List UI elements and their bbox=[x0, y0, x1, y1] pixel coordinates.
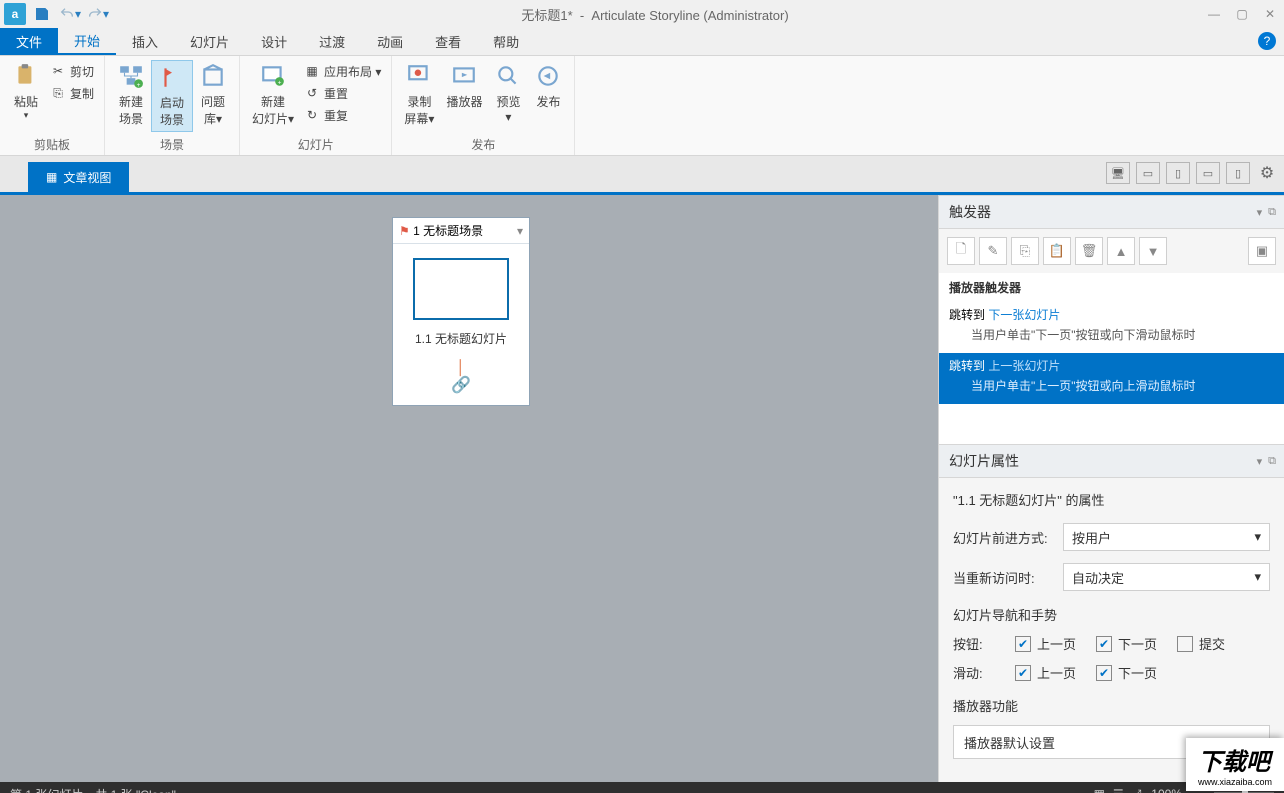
player-features-heading: 播放器功能 bbox=[953, 696, 1270, 715]
trigger-row-next[interactable]: 跳转到 下一张幻灯片 当用户单击"下一页"按钮或向下滑动鼠标时 bbox=[939, 302, 1284, 353]
revisit-label: 当重新访问时: bbox=[953, 568, 1053, 587]
buttons-label: 按钮: bbox=[953, 634, 995, 653]
svg-text:+: + bbox=[278, 80, 282, 87]
group-clipboard: 剪贴板 bbox=[6, 134, 98, 153]
tab-insert[interactable]: 插入 bbox=[116, 28, 174, 55]
swipe-label: 滑动: bbox=[953, 663, 995, 682]
minimize-button[interactable]: ― bbox=[1200, 0, 1228, 28]
start-scene-button[interactable]: 启动 场景 bbox=[151, 60, 193, 132]
tab-help[interactable]: 帮助 bbox=[477, 28, 535, 55]
panel-menu-icon[interactable]: ▾ bbox=[1257, 455, 1263, 468]
slide-thumbnail[interactable] bbox=[413, 258, 509, 320]
tab-design[interactable]: 设计 bbox=[245, 28, 303, 55]
tab-animations[interactable]: 动画 bbox=[361, 28, 419, 55]
undo-icon[interactable]: ▾ bbox=[58, 2, 82, 26]
publish-button[interactable]: 发布 bbox=[528, 60, 568, 132]
viewport-phone-portrait-icon[interactable]: ▯ bbox=[1226, 162, 1250, 184]
advance-select[interactable]: 按用户▾ bbox=[1063, 523, 1270, 551]
save-icon[interactable] bbox=[30, 2, 54, 26]
group-slides: 幻灯片 bbox=[246, 134, 385, 153]
flag-icon: ⚑ bbox=[399, 224, 410, 238]
new-slide-button[interactable]: +新建 幻灯片▾ bbox=[246, 60, 300, 132]
preview-button[interactable]: 预览 ▾ bbox=[488, 60, 528, 132]
window-title: 无标题1* - Articulate Storyline (Administra… bbox=[110, 5, 1200, 24]
story-view-tab[interactable]: ▦ 文章视图 bbox=[28, 162, 129, 192]
file-menu[interactable]: 文件 bbox=[0, 28, 58, 55]
chk-swipe-next[interactable]: 下一页 bbox=[1096, 663, 1157, 682]
reset-button[interactable]: ↺重置 bbox=[300, 82, 385, 104]
delete-trigger-button[interactable]: 🗑 bbox=[1075, 237, 1103, 265]
apply-layout-button[interactable]: ▦应用布局 ▾ bbox=[300, 60, 385, 82]
cut-button[interactable]: ✂剪切 bbox=[46, 60, 98, 82]
status-text: 第 1 张幻灯片，共 1 张 "Clean" bbox=[10, 786, 176, 793]
scene-title: 1 无标题场景 bbox=[413, 224, 483, 238]
fit-view-icon[interactable]: ⤢ bbox=[1132, 787, 1142, 793]
panel-undock-icon[interactable]: ⧉ bbox=[1268, 455, 1276, 468]
watermark: 下载吧 www.xiazaiba.com bbox=[1186, 738, 1284, 791]
viewport-desktop-icon[interactable]: 🖥 bbox=[1106, 162, 1130, 184]
panel-menu-icon[interactable]: ▾ bbox=[1257, 206, 1263, 219]
props-heading: "1.1 无标题幻灯片" 的属性 bbox=[953, 490, 1270, 509]
chk-submit-button[interactable]: 提交 bbox=[1177, 634, 1225, 653]
revisit-select[interactable]: 自动决定▾ bbox=[1063, 563, 1270, 591]
trigger-detail: 当用户单击"上一页"按钮或向上滑动鼠标时 bbox=[949, 374, 1274, 400]
viewport-settings-icon[interactable]: ⚙ bbox=[1256, 162, 1278, 184]
zoom-value: 100% bbox=[1151, 787, 1182, 793]
edit-trigger-button[interactable]: ✎ bbox=[979, 237, 1007, 265]
tab-slides[interactable]: 幻灯片 bbox=[174, 28, 245, 55]
app-icon: a bbox=[4, 3, 26, 25]
scene-card[interactable]: ⚑ 1 无标题场景 ▾ 1.1 无标题幻灯片 │ 🔗 bbox=[392, 217, 530, 406]
copy-trigger-button[interactable]: ⎘ bbox=[1011, 237, 1039, 265]
slide-props-panel-header: 幻灯片属性 ▾⧉ bbox=[939, 444, 1284, 478]
help-icon[interactable]: ? bbox=[1258, 32, 1276, 50]
trigger-detail: 当用户单击"下一页"按钮或向下滑动鼠标时 bbox=[949, 323, 1274, 349]
tab-home[interactable]: 开始 bbox=[58, 28, 116, 55]
player-button[interactable]: 播放器 bbox=[440, 60, 488, 132]
paste-button[interactable]: 粘贴▾ bbox=[6, 60, 46, 132]
chk-prev-button[interactable]: 上一页 bbox=[1015, 634, 1076, 653]
link-icon: 🔗 bbox=[451, 375, 471, 395]
question-bank-button[interactable]: 问题 库▾ bbox=[193, 60, 233, 132]
advance-label: 幻灯片前进方式: bbox=[953, 528, 1053, 547]
viewport-phone-landscape-icon[interactable]: ▭ bbox=[1196, 162, 1220, 184]
nav-heading: 幻灯片导航和手势 bbox=[953, 605, 1270, 624]
slide-marker-icon: │ bbox=[457, 359, 466, 375]
tab-view[interactable]: 查看 bbox=[419, 28, 477, 55]
variables-button[interactable]: ▣ bbox=[1248, 237, 1276, 265]
trigger-section-player: 播放器触发器 bbox=[939, 273, 1284, 302]
list-view-icon[interactable]: ☰ bbox=[1113, 787, 1124, 793]
viewport-tablet-landscape-icon[interactable]: ▭ bbox=[1136, 162, 1160, 184]
group-scene: 场景 bbox=[111, 134, 233, 153]
maximize-button[interactable]: ▢ bbox=[1228, 0, 1256, 28]
story-view-icon: ▦ bbox=[46, 170, 57, 184]
move-up-button[interactable]: ▲ bbox=[1107, 237, 1135, 265]
svg-text:+: + bbox=[137, 82, 141, 89]
new-scene-button[interactable]: +新建 场景 bbox=[111, 60, 151, 132]
record-screen-button[interactable]: 录制 屏幕▾ bbox=[398, 60, 440, 132]
slide-title: 1.1 无标题幻灯片 bbox=[415, 330, 507, 347]
paste-trigger-button[interactable]: 📋 bbox=[1043, 237, 1071, 265]
repeat-button[interactable]: ↻重复 bbox=[300, 104, 385, 126]
group-publish: 发布 bbox=[398, 134, 568, 153]
tab-transitions[interactable]: 过渡 bbox=[303, 28, 361, 55]
chk-next-button[interactable]: 下一页 bbox=[1096, 634, 1157, 653]
viewport-tablet-portrait-icon[interactable]: ▯ bbox=[1166, 162, 1190, 184]
add-trigger-button[interactable]: 🗋 bbox=[947, 237, 975, 265]
copy-button[interactable]: ⎘复制 bbox=[46, 82, 98, 104]
chk-swipe-prev[interactable]: 上一页 bbox=[1015, 663, 1076, 682]
story-canvas[interactable]: ⚑ 1 无标题场景 ▾ 1.1 无标题幻灯片 │ 🔗 bbox=[0, 195, 938, 782]
grid-view-icon[interactable]: ▦ bbox=[1094, 787, 1105, 793]
triggers-panel-header: 触发器 ▾⧉ bbox=[939, 195, 1284, 229]
redo-icon[interactable]: ▾ bbox=[86, 2, 110, 26]
trigger-row-prev[interactable]: 跳转到 上一张幻灯片 当用户单击"上一页"按钮或向上滑动鼠标时 bbox=[939, 353, 1284, 404]
panel-undock-icon[interactable]: ⧉ bbox=[1268, 206, 1276, 219]
move-down-button[interactable]: ▼ bbox=[1139, 237, 1167, 265]
close-button[interactable]: ✕ bbox=[1256, 0, 1284, 28]
scene-dropdown-icon[interactable]: ▾ bbox=[517, 224, 523, 238]
